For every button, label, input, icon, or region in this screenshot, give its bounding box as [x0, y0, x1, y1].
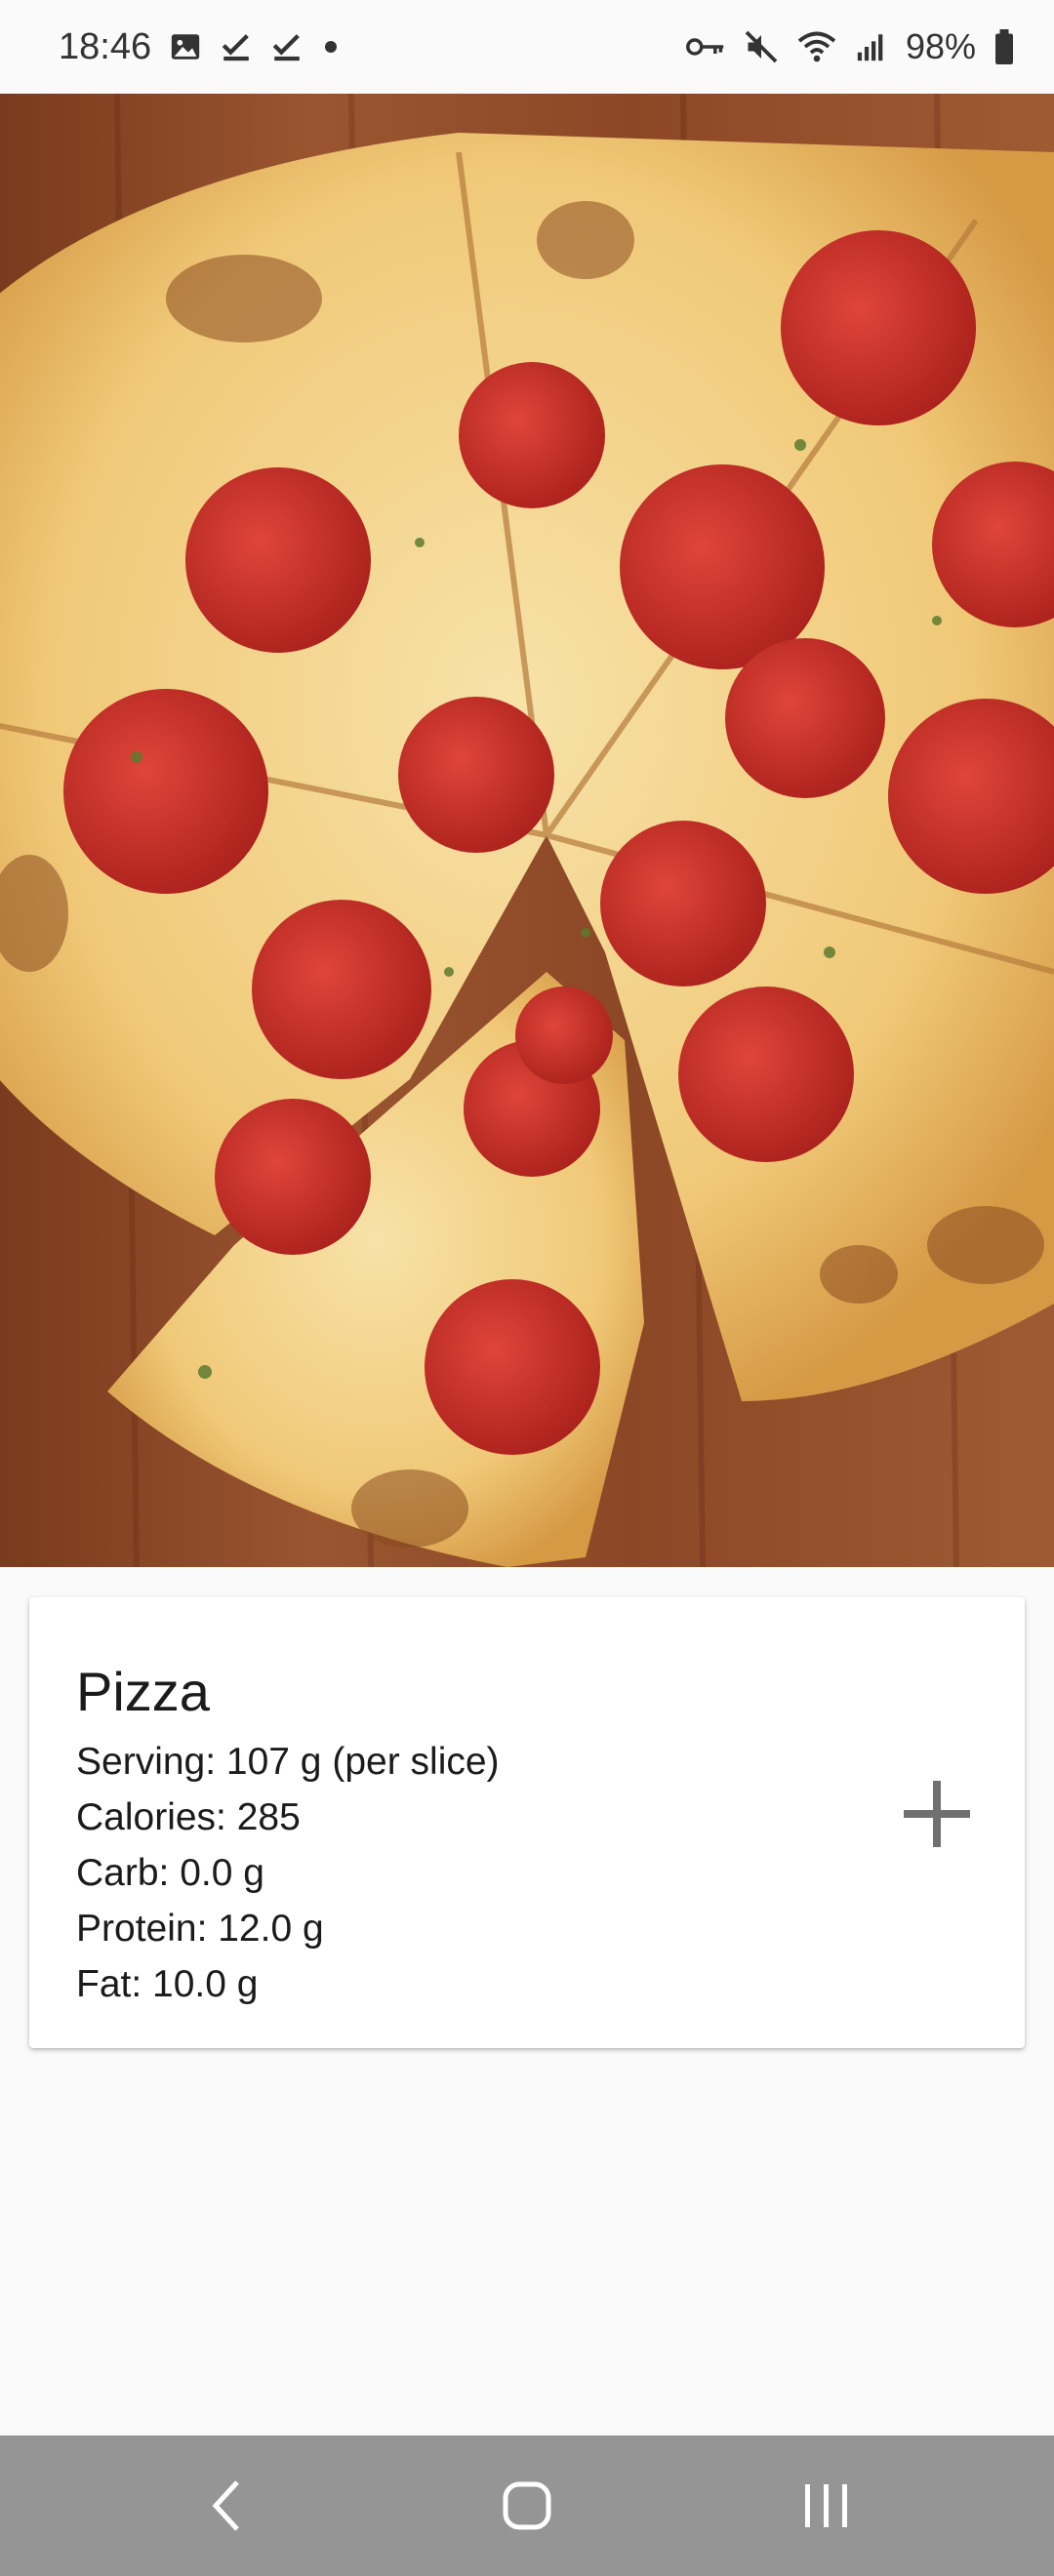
wifi-icon	[796, 29, 837, 64]
add-food-button[interactable]	[878, 1755, 995, 1872]
check-icon	[270, 30, 304, 63]
food-info: Pizza Serving: 107 g (per slice) Calorie…	[76, 1656, 500, 2012]
screen: 18:46 98% Pizza Serving: 107 g (per slic…	[0, 0, 1054, 2576]
back-button[interactable]	[169, 2447, 286, 2564]
calories-text: Calories: 285	[76, 1796, 301, 1838]
home-icon	[503, 2481, 551, 2530]
home-button[interactable]	[468, 2447, 586, 2564]
protein-text: Protein: 12.0 g	[76, 1908, 324, 1950]
signal-icon	[855, 30, 888, 63]
back-icon	[212, 2480, 240, 2531]
plus-icon	[904, 1781, 970, 1847]
key-icon	[685, 32, 726, 61]
food-image	[0, 94, 1054, 1567]
status-right: 98%	[685, 26, 1015, 67]
dot-icon	[321, 37, 341, 57]
carb-text: Carb: 0.0 g	[76, 1852, 264, 1894]
gallery-icon	[169, 30, 202, 63]
battery-percent: 98%	[905, 26, 976, 66]
food-name: Pizza	[76, 1661, 210, 1722]
pizza-image	[0, 94, 1054, 1567]
serving-text: Serving: 107 g (per slice)	[76, 1741, 500, 1783]
navigation-bar	[0, 2435, 1054, 2576]
check-icon	[220, 30, 253, 63]
status-left: 18:46	[59, 26, 341, 68]
recents-button[interactable]	[768, 2447, 885, 2564]
recents-icon	[804, 2484, 847, 2527]
food-card: Pizza Serving: 107 g (per slice) Calorie…	[29, 1597, 1025, 2048]
mute-icon	[744, 29, 779, 64]
clock: 18:46	[59, 25, 152, 67]
fat-text: Fat: 10.0 g	[76, 1963, 259, 2005]
status-bar: 18:46 98%	[0, 0, 1054, 94]
battery-icon	[993, 29, 1015, 64]
